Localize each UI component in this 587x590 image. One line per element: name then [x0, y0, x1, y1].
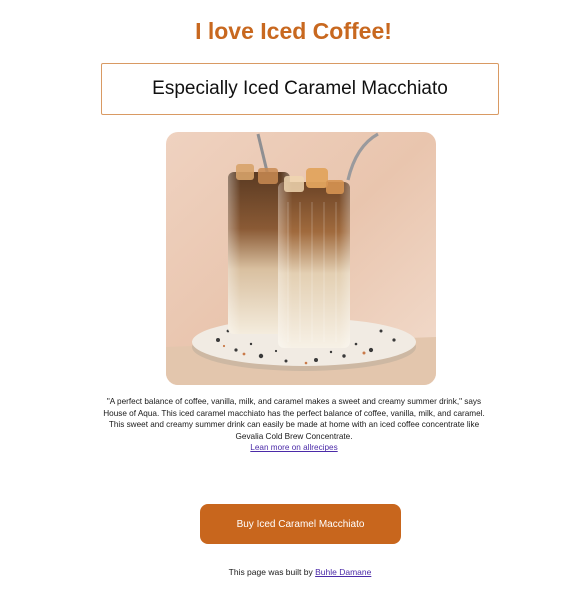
iced-coffee-photo	[166, 132, 436, 385]
subtitle-box: Especially Iced Caramel Macchiato	[101, 63, 499, 115]
page-title: I love Iced Coffee!	[195, 18, 392, 44]
footer: This page was built by Buhle Damane	[0, 567, 587, 577]
description: "A perfect balance of coffee, vanilla, m…	[100, 396, 488, 454]
description-text: "A perfect balance of coffee, vanilla, m…	[103, 397, 485, 441]
buy-button[interactable]: Buy Iced Caramel Macchiato	[200, 504, 401, 544]
hero-image	[166, 132, 436, 385]
footer-prefix: This page was built by	[228, 567, 316, 577]
allrecipes-link[interactable]: Lean more on allrecipes	[250, 443, 337, 452]
page: I love Iced Coffee! Especially Iced Cara…	[0, 0, 587, 590]
subtitle-text: Especially Iced Caramel Macchiato	[152, 78, 448, 99]
author-link[interactable]: Buhle Damane	[315, 567, 371, 577]
